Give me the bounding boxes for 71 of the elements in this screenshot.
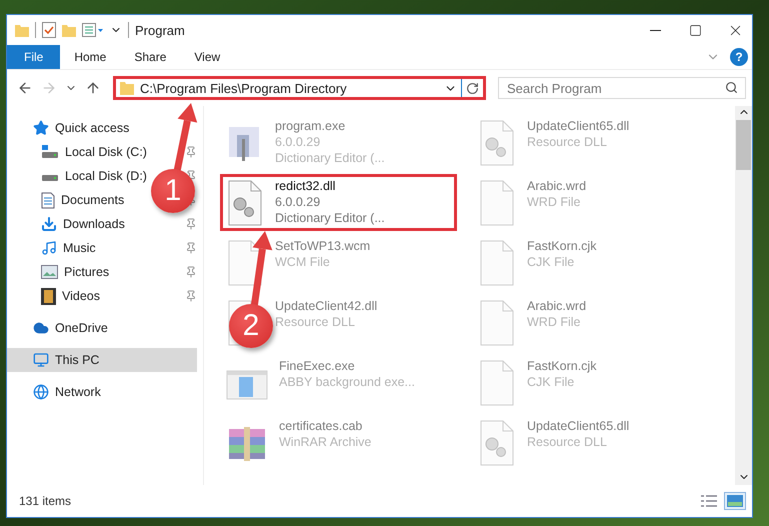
properties-icon bbox=[82, 23, 104, 37]
network-icon bbox=[33, 384, 49, 400]
file-name: SetToWP13.wcm bbox=[275, 239, 370, 254]
file-detail: WRD File bbox=[527, 194, 582, 210]
file-detail: Resource DLL bbox=[527, 134, 608, 150]
file-name: UpdateClient42.dll bbox=[275, 299, 378, 314]
step-number-badge: 1 bbox=[151, 169, 195, 213]
sidebar-item[interactable]: Downloads bbox=[7, 212, 131, 236]
document-icon bbox=[41, 192, 55, 208]
file-detail: WCM File bbox=[275, 254, 331, 270]
large-icons-view-button[interactable] bbox=[724, 492, 746, 510]
file-name: FastKorn.cjk bbox=[527, 239, 596, 254]
computer-icon bbox=[33, 352, 49, 368]
refresh-icon bbox=[466, 82, 479, 94]
file-detail: 6.0.0.29 bbox=[275, 194, 322, 210]
scrollbar-thumb[interactable] bbox=[736, 120, 751, 170]
sidebar-item[interactable]: Documents bbox=[7, 188, 130, 212]
file-detail: Dictionary Editor (... bbox=[275, 210, 385, 226]
file-detail: CJK File bbox=[527, 374, 576, 390]
sidebar-item[interactable]: This PC bbox=[7, 348, 197, 372]
sidebar-item[interactable]: Pictures bbox=[7, 260, 116, 284]
drive-icon bbox=[41, 144, 59, 160]
folder-icon bbox=[120, 81, 134, 95]
file-detail: ABBY background exe... bbox=[279, 374, 415, 390]
ribbon-tab[interactable]: Home bbox=[60, 45, 120, 69]
window-title: Program bbox=[135, 22, 186, 38]
file-item[interactable]: redict32.dll 6.0.0.29 Dictionary Editor (... bbox=[220, 174, 457, 231]
step-number-badge: 2 bbox=[229, 304, 273, 348]
file-detail: Resource DLL bbox=[527, 434, 608, 450]
help-button[interactable]: ? bbox=[730, 48, 748, 66]
address-field[interactable]: C:\Program Files\Program Directory bbox=[116, 79, 462, 97]
file-detail: WinRAR Archive bbox=[279, 434, 372, 450]
file-detail: WRD File bbox=[527, 314, 582, 330]
picture-icon bbox=[41, 265, 58, 279]
sidebar-item[interactable]: Local Disk (C:) bbox=[7, 140, 153, 164]
file-name: FineExec.exe bbox=[279, 359, 356, 374]
ribbon-tab[interactable]: Share bbox=[120, 45, 180, 69]
sidebar-item[interactable]: Local Disk (D:) bbox=[7, 164, 153, 188]
maximize-icon bbox=[688, 24, 702, 36]
scrollbar[interactable] bbox=[735, 106, 752, 485]
film-icon bbox=[41, 288, 56, 304]
music-note-icon bbox=[41, 240, 57, 256]
file-detail: Resource DLL bbox=[275, 314, 356, 330]
item-count: 131 items bbox=[19, 494, 72, 508]
file-detail: CJK File bbox=[527, 254, 576, 270]
file-detail: Dictionary Editor (... bbox=[275, 150, 385, 166]
file-name: Arabic.wrd bbox=[527, 299, 586, 314]
checklist-icon bbox=[42, 22, 56, 38]
folder-icon bbox=[62, 23, 76, 37]
search-field[interactable]: Search Program bbox=[498, 77, 746, 99]
star-icon bbox=[33, 120, 49, 136]
file-name: UpdateClient65.dll bbox=[527, 119, 630, 134]
folder-icon bbox=[15, 23, 29, 37]
ribbon-tab[interactable]: File bbox=[7, 45, 60, 69]
sidebar-item[interactable]: Music bbox=[7, 236, 102, 260]
file-name: FastKorn.cjk bbox=[527, 359, 596, 374]
file-name: Arabic.wrd bbox=[527, 179, 586, 194]
file-name: program.exe bbox=[275, 119, 346, 134]
file-name: redict32.dll bbox=[275, 179, 336, 194]
cloud-icon bbox=[33, 320, 49, 336]
file-detail: 6.0.0.29 bbox=[275, 134, 322, 150]
file-name: certificates.cab bbox=[279, 419, 364, 434]
sidebar-item[interactable]: Videos bbox=[7, 284, 106, 308]
search-icon bbox=[725, 81, 738, 94]
sidebar-item[interactable]: OneDrive bbox=[7, 316, 114, 340]
sidebar-item[interactable]: Quick access bbox=[7, 116, 136, 140]
ribbon-tab[interactable]: View bbox=[180, 45, 234, 69]
download-icon bbox=[41, 216, 57, 232]
file-name: UpdateClient65.dll bbox=[527, 419, 630, 434]
sidebar-item[interactable]: Network bbox=[7, 380, 107, 404]
drive-icon bbox=[41, 174, 59, 182]
